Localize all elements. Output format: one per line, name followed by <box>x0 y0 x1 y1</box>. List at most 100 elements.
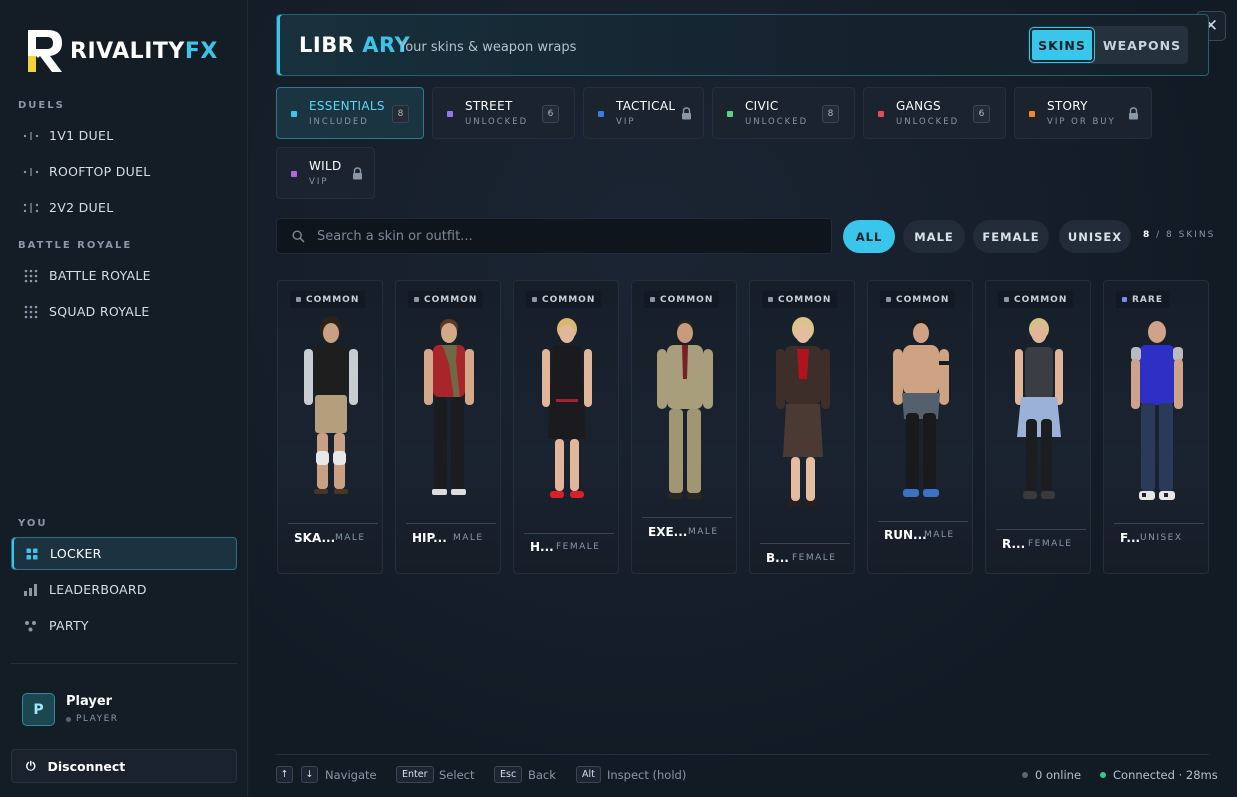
skin-gender: FEMALE <box>792 553 837 563</box>
nav-item-battle-royale[interactable]: BATTLE ROYALE <box>11 259 237 292</box>
skin-name: EXE... <box>648 525 688 539</box>
card-divider <box>878 521 968 522</box>
status-dot-icon <box>66 716 71 722</box>
hint-navigate: Navigate <box>325 768 377 782</box>
online-status: 0 online <box>1022 768 1081 782</box>
skin-card[interactable]: COMMON B... FEMALE <box>749 280 855 574</box>
skin-card[interactable]: RARE F... UNISEX <box>1103 280 1209 574</box>
category-count-badge: 6 <box>973 105 990 123</box>
filter-unisex[interactable]: UNISEX <box>1059 220 1131 253</box>
bar-chart-icon <box>23 583 39 596</box>
category-tactical[interactable]: TACTICAL VIP <box>583 87 704 139</box>
nav-item-label: ROOFTOP DUEL <box>49 164 151 179</box>
card-divider <box>406 523 496 524</box>
category-color-dot <box>291 111 297 117</box>
brand-name: RIVALITYFX <box>70 38 218 64</box>
category-wild[interactable]: WILD VIP <box>276 147 375 199</box>
card-divider <box>1114 523 1204 524</box>
category-status: UNLOCKED <box>465 117 529 127</box>
category-name: STREET <box>465 99 513 113</box>
nav-item-rooftop-duel[interactable]: ROOFTOP DUEL <box>11 155 237 188</box>
card-divider <box>288 523 378 524</box>
category-essentials[interactable]: ESSENTIALS INCLUDED 8 <box>276 87 424 139</box>
skin-preview-figure <box>542 318 592 498</box>
card-divider <box>524 533 614 534</box>
skin-card[interactable]: COMMON SKA... MALE <box>277 280 383 574</box>
filter-all[interactable]: ALL <box>843 220 895 253</box>
skin-name: B... <box>766 551 789 565</box>
tab-skins[interactable]: SKINS <box>1030 28 1094 62</box>
connection-status: Connected · 28ms <box>1100 768 1218 782</box>
skin-gender: FEMALE <box>1028 539 1073 549</box>
avatar[interactable]: P <box>22 693 55 726</box>
status-dot-icon <box>1100 772 1106 778</box>
nav-item-locker[interactable]: LOCKER <box>11 537 237 570</box>
disconnect-button[interactable]: ⏻ Disconnect <box>11 749 237 783</box>
library-header: LIBR ARY Your skins & weapon wraps SKINS… <box>276 14 1209 76</box>
brand-logo: RIVALITYFX <box>26 28 218 74</box>
rarity-dot-icon <box>768 297 773 302</box>
nav-item-1v1-duel[interactable]: 1V1 DUEL <box>11 119 237 152</box>
category-name: CIVIC <box>745 99 779 113</box>
rarity-dot-icon <box>532 297 537 302</box>
hint-back: Back <box>528 768 556 782</box>
duel-icon <box>23 130 39 142</box>
category-status: VIP OR BUY <box>1047 117 1116 127</box>
rarity-badge: COMMON <box>762 291 838 308</box>
filter-male[interactable]: MALE <box>903 220 965 253</box>
nav-item-squad-royale[interactable]: SQUAD ROYALE <box>11 295 237 328</box>
nav-item-label: 2V2 DUEL <box>49 200 114 215</box>
rarity-badge: COMMON <box>408 291 484 308</box>
skin-gender: FEMALE <box>556 542 601 552</box>
category-count-badge: 8 <box>392 105 409 123</box>
skin-name: SKA... <box>294 531 336 545</box>
category-street[interactable]: STREET UNLOCKED 6 <box>432 87 575 139</box>
key-enter: Enter <box>396 766 434 783</box>
skin-card[interactable]: COMMON RUN... MALE <box>867 280 973 574</box>
category-status: UNLOCKED <box>745 117 809 127</box>
category-gangs[interactable]: GANGS UNLOCKED 6 <box>863 87 1006 139</box>
skin-card[interactable]: COMMON HIP... MALE <box>395 280 501 574</box>
skin-card[interactable]: COMMON H... FEMALE <box>513 280 619 574</box>
nav-section-battle-royale: BATTLE ROYALE <box>18 240 133 251</box>
skin-preview-figure <box>893 319 949 497</box>
search-input[interactable] <box>317 219 817 253</box>
skin-gender: MALE <box>688 527 719 537</box>
party-icon <box>23 620 39 632</box>
category-name: STORY <box>1047 99 1088 113</box>
nav-item-leaderboard[interactable]: LEADERBOARD <box>11 573 237 606</box>
key-up: ↑ <box>276 766 293 783</box>
library-tab-switch: SKINS WEAPONS <box>1028 26 1188 64</box>
rarity-dot-icon <box>886 297 891 302</box>
skin-gender: MALE <box>924 530 955 540</box>
skin-card[interactable]: COMMON EXE... MALE <box>631 280 737 574</box>
card-divider <box>996 529 1086 530</box>
category-story[interactable]: STORY VIP OR BUY <box>1014 87 1152 139</box>
sidebar: RIVALITYFX DUELS 1V1 DUEL ROOFTOP DUEL 2… <box>0 0 248 797</box>
rarity-dot-icon <box>1122 297 1127 302</box>
tab-weapons[interactable]: WEAPONS <box>1100 28 1184 62</box>
hint-inspect: Inspect (hold) <box>607 768 687 782</box>
card-divider <box>760 543 850 544</box>
rarity-badge: RARE <box>1116 291 1169 308</box>
nav-item-party[interactable]: PARTY <box>11 609 237 642</box>
nav-item-2v2-duel[interactable]: 2V2 DUEL <box>11 191 237 224</box>
category-civic[interactable]: CIVIC UNLOCKED 8 <box>712 87 855 139</box>
filter-female[interactable]: FEMALE <box>973 220 1049 253</box>
page-subtitle: Your skins & weapon wraps <box>399 40 577 55</box>
skin-gender: MALE <box>335 533 366 543</box>
category-status: UNLOCKED <box>896 117 960 127</box>
skin-name: F... <box>1120 531 1141 545</box>
search-box <box>276 218 832 254</box>
category-color-dot <box>1029 111 1035 117</box>
lock-icon <box>353 167 362 180</box>
category-color-dot <box>878 111 884 117</box>
rarity-dot-icon <box>650 297 655 302</box>
key-down: ↓ <box>301 766 318 783</box>
card-divider <box>642 517 732 518</box>
skin-card[interactable]: COMMON R... FEMALE <box>985 280 1091 574</box>
sidebar-divider <box>11 663 237 664</box>
skin-gender: UNISEX <box>1140 533 1183 543</box>
category-name: WILD <box>309 159 342 173</box>
key-alt: Alt <box>576 766 601 783</box>
